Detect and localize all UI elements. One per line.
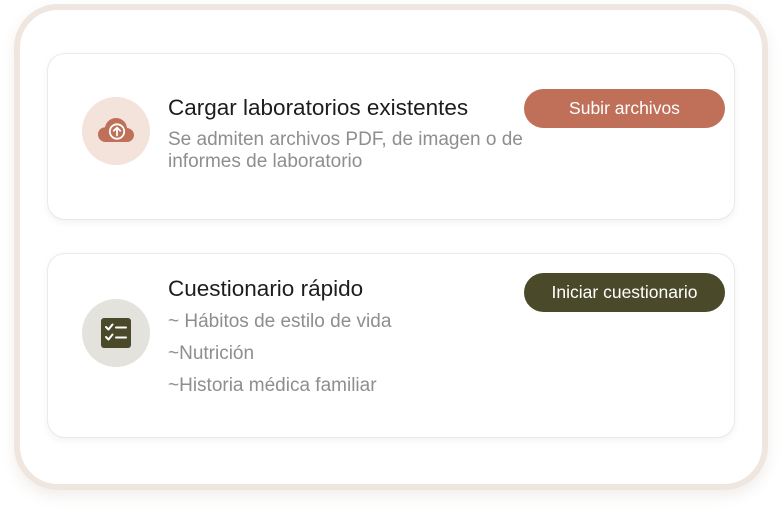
quiz-topics-list: ~ Hábitos de estilo de vida ~Nutrición ~…	[168, 311, 391, 407]
quiz-topic-item: ~Historia médica familiar	[168, 375, 377, 396]
upload-icon-badge	[82, 97, 150, 165]
quick-quiz-card: Cuestionario rápido ~ Hábitos de estilo …	[47, 253, 735, 438]
checklist-icon	[101, 318, 131, 348]
start-quiz-button[interactable]: Iniciar cuestionario	[524, 273, 725, 312]
upload-files-button[interactable]: Subir archivos	[524, 89, 725, 128]
upload-labs-card: Cargar laboratorios existentes Se admite…	[47, 53, 735, 220]
upload-card-description: Se admiten archivos PDF, de imagen o de …	[168, 129, 523, 172]
cloud-upload-icon	[98, 118, 134, 142]
quiz-icon-badge	[82, 299, 150, 367]
quiz-topic-item: ~ Hábitos de estilo de vida	[168, 311, 392, 332]
quiz-topic-item: ~Nutrición	[168, 343, 255, 364]
quiz-card-title: Cuestionario rápido	[168, 276, 364, 301]
upload-card-title: Cargar laboratorios existentes	[168, 95, 469, 120]
